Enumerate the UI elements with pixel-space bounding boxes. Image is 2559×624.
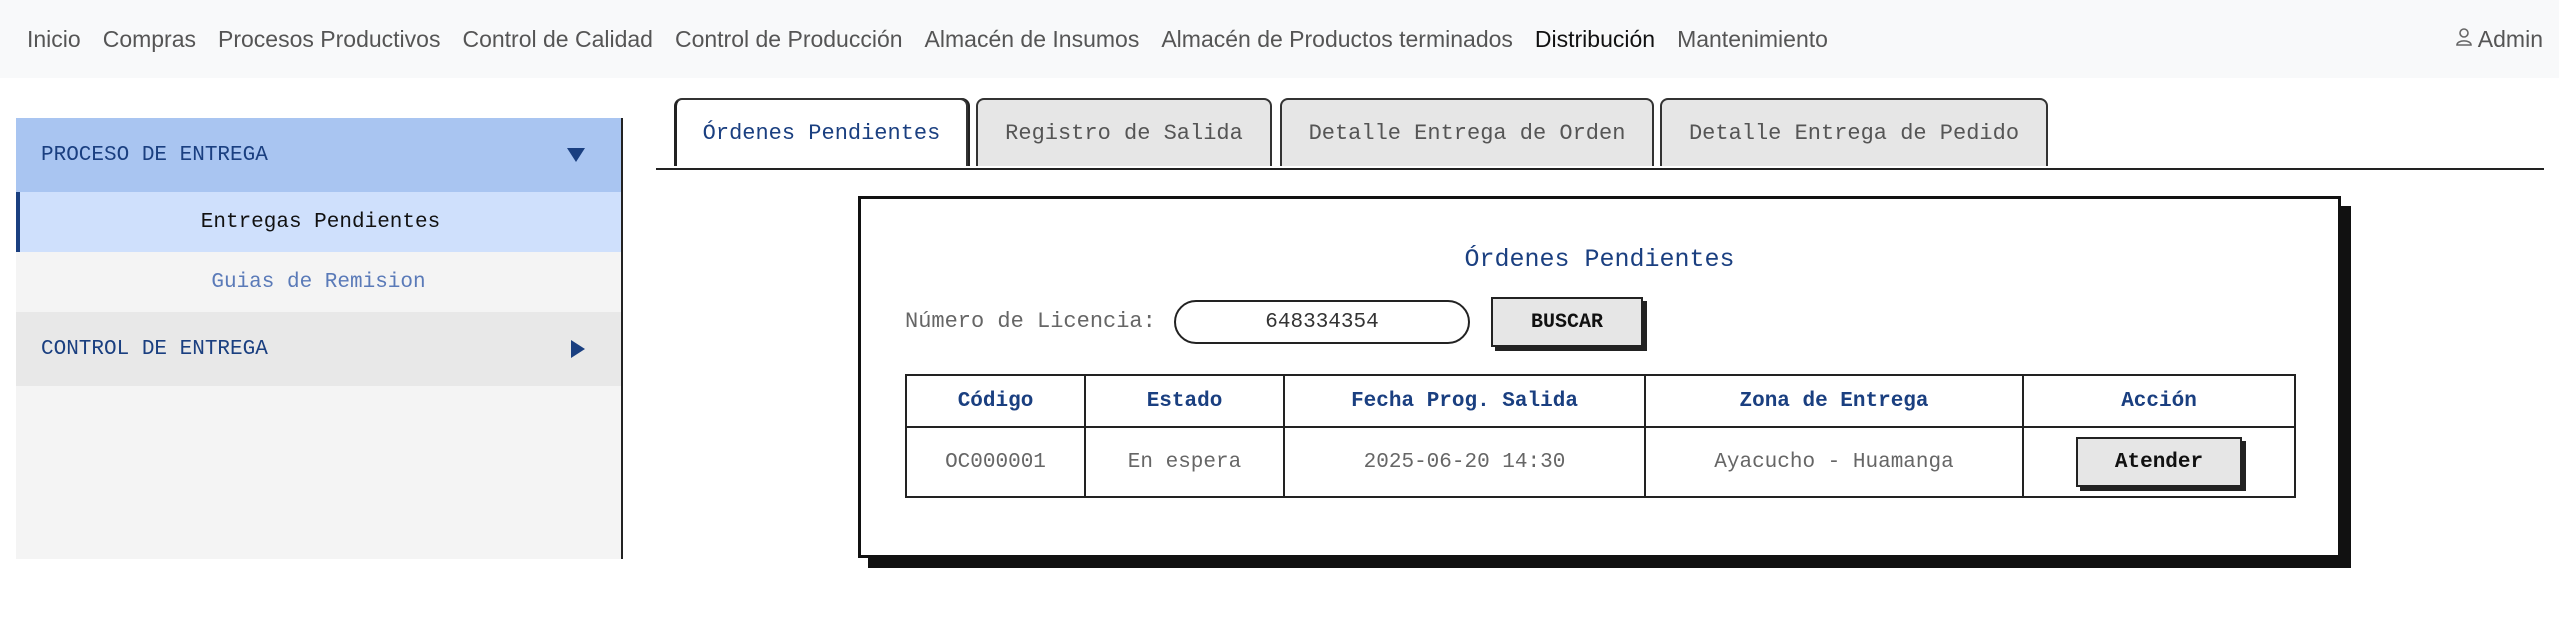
cell-accion: Atender [2022,426,2296,498]
tab-detalle-entrega-orden[interactable]: Detalle Entrega de Orden [1280,98,1654,166]
nav-item-almacen-insumos[interactable]: Almacén de Insumos [925,26,1140,53]
tab-detalle-entrega-pedido[interactable]: Detalle Entrega de Pedido [1660,98,2048,166]
nav-item-control-produccion[interactable]: Control de Producción [675,26,903,53]
sidebar-section-label: CONTROL DE ENTREGA [41,337,268,361]
license-input[interactable] [1174,300,1470,344]
cell-estado: En espera [1084,426,1285,498]
top-navbar: Inicio Compras Procesos Productivos Cont… [0,0,2559,78]
nav-item-compras[interactable]: Compras [103,26,196,53]
sidebar-section-control-entrega[interactable]: CONTROL DE ENTREGA [16,312,621,386]
nav-item-inicio[interactable]: Inicio [27,26,81,53]
sidebar: PROCESO DE ENTREGA Entregas Pendientes G… [16,118,623,559]
user-name: Admin [2477,25,2543,52]
license-label: Número de Licencia: [905,309,1156,334]
tab-registro-salida[interactable]: Registro de Salida [976,98,1272,166]
user-icon [2455,26,2478,53]
triangle-down-icon [566,118,586,192]
panel-title: Órdenes Pendientes [1464,245,1735,274]
cell-codigo: OC000001 [905,426,1086,498]
sidebar-section-proceso-entrega[interactable]: PROCESO DE ENTREGA [16,118,621,192]
col-header-accion: Acción [2022,374,2296,428]
cell-zona: Ayacucho - Huamanga [1644,426,2024,498]
cell-fecha: 2025-06-20 14:30 [1283,426,1646,498]
nav-item-mantenimiento[interactable]: Mantenimiento [1677,26,1828,53]
nav-item-almacen-productos[interactable]: Almacén de Productos terminados [1161,26,1513,53]
col-header-fecha: Fecha Prog. Salida [1283,374,1646,428]
tab-bar: Órdenes Pendientes Registro de Salida De… [656,98,2544,170]
nav-item-procesos-productivos[interactable]: Procesos Productivos [218,26,440,53]
sidebar-item-entregas-pendientes[interactable]: Entregas Pendientes [16,192,621,252]
sidebar-section-label: PROCESO DE ENTREGA [41,143,268,167]
table-header-row: Código Estado Fecha Prog. Salida Zona de… [905,374,2296,428]
orders-table: Código Estado Fecha Prog. Salida Zona de… [905,374,2296,498]
sidebar-item-guias-remision[interactable]: Guias de Remision [16,252,621,312]
nav-menu: Inicio Compras Procesos Productivos Cont… [27,26,1850,53]
search-button[interactable]: BUSCAR [1491,297,1643,347]
attend-button[interactable]: Atender [2076,437,2242,487]
orders-panel: Órdenes Pendientes Número de Licencia: B… [858,196,2341,558]
triangle-right-icon [570,312,586,386]
col-header-estado: Estado [1084,374,1285,428]
col-header-codigo: Código [905,374,1086,428]
nav-item-distribucion[interactable]: Distribución [1535,26,1655,53]
nav-item-control-calidad[interactable]: Control de Calidad [462,26,653,53]
table-row: OC000001 En espera 2025-06-20 14:30 Ayac… [905,426,2296,498]
user-menu[interactable]: Admin [2455,0,2543,78]
col-header-zona: Zona de Entrega [1644,374,2024,428]
tab-ordenes-pendientes[interactable]: Órdenes Pendientes [674,98,968,166]
